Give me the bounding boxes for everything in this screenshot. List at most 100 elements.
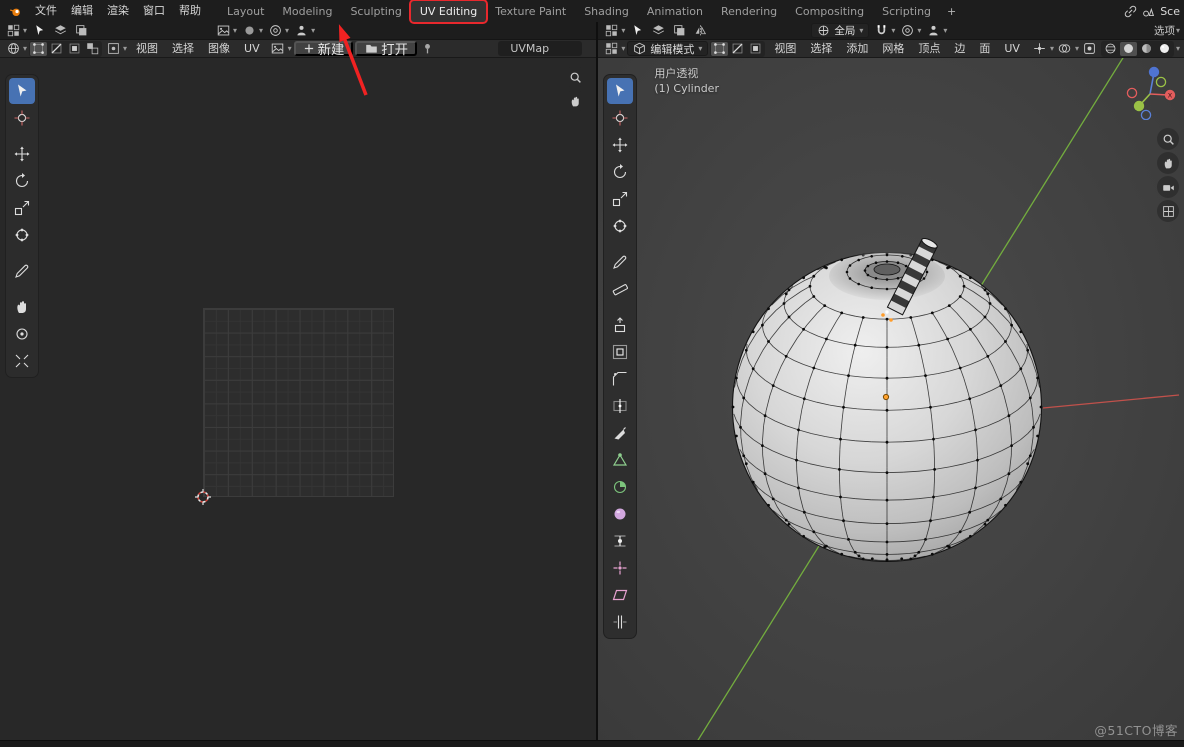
tool-grab[interactable] <box>9 294 35 320</box>
scene-link-icon[interactable] <box>1121 3 1139 19</box>
tool-bevel[interactable] <box>607 366 633 392</box>
tool-scale[interactable] <box>607 186 633 212</box>
uv-tool-display[interactable]: ▾ <box>4 23 27 39</box>
mirror-icon[interactable] <box>691 23 709 39</box>
tool-rip[interactable] <box>607 609 633 635</box>
tool-spin[interactable] <box>607 474 633 500</box>
uv-2d-cursor[interactable] <box>195 489 211 505</box>
uv-select-edge-button[interactable] <box>48 42 65 56</box>
options-dropdown[interactable]: 选项▾ <box>1154 23 1180 38</box>
v3d-menu-添加[interactable]: 添加 <box>839 39 875 59</box>
topbar-menu-渲染[interactable]: 渲染 <box>100 1 136 21</box>
pan-button[interactable] <box>1157 152 1179 174</box>
tool-poly-build[interactable] <box>607 447 633 473</box>
uv-pivot-dropdown[interactable]: ▾ <box>214 23 237 39</box>
workspace-tab-uv-editing[interactable]: UV Editing <box>411 1 486 22</box>
add-workspace-button[interactable]: + <box>940 1 963 22</box>
shading-rendered-button[interactable] <box>1156 42 1173 56</box>
uv-select-island-button[interactable] <box>84 42 101 56</box>
tool-tweak-select[interactable] <box>607 78 633 104</box>
xray-toggle[interactable] <box>1081 41 1099 57</box>
v3d-menu-视图[interactable]: 视图 <box>767 39 803 59</box>
v3d-menu-网格[interactable]: 网格 <box>875 39 911 59</box>
uv-select-face-button[interactable] <box>66 42 83 56</box>
face-select-button[interactable] <box>747 42 764 56</box>
workspace-tab-scripting[interactable]: Scripting <box>873 1 940 22</box>
workspace-tab-shading[interactable]: Shading <box>575 1 638 22</box>
new-image-button[interactable]: 新建 <box>294 41 354 56</box>
v3d-menu-顶点[interactable]: 顶点 <box>911 39 947 59</box>
workspace-tab-rendering[interactable]: Rendering <box>712 1 786 22</box>
tool-shear[interactable] <box>607 582 633 608</box>
shading-material-button[interactable] <box>1138 42 1155 56</box>
tool-annotate[interactable] <box>9 258 35 284</box>
uv-select-vertex-button[interactable] <box>30 42 47 56</box>
v3d-active-tool-icon[interactable] <box>628 23 646 39</box>
tool-smooth[interactable] <box>607 501 633 527</box>
workspace-tab-modeling[interactable]: Modeling <box>273 1 341 22</box>
tool-loop-cut[interactable] <box>607 393 633 419</box>
workspace-tab-layout[interactable]: Layout <box>218 1 273 22</box>
v3d-editor-type-button[interactable]: ▾ <box>602 41 625 57</box>
zoom-button[interactable] <box>1157 128 1179 150</box>
uv-canvas[interactable] <box>0 58 596 740</box>
shading-dropdown-caret[interactable]: ▾ <box>1176 45 1180 53</box>
uv-copy-settings-icon[interactable] <box>72 23 90 39</box>
tool-scale[interactable] <box>9 195 35 221</box>
scene-selector[interactable]: Sce <box>1139 3 1180 19</box>
v3d-layers2-icon[interactable] <box>670 23 688 39</box>
tool-relax[interactable] <box>9 321 35 347</box>
nav-gizmo[interactable]: X <box>1124 64 1180 120</box>
zoom-button[interactable] <box>564 66 586 88</box>
open-image-button[interactable]: 打开 <box>355 41 417 56</box>
shading-wireframe-button[interactable] <box>1102 42 1119 56</box>
uv-snap-dropdown[interactable]: ▾ <box>240 23 263 39</box>
orientation-dropdown[interactable]: 全局 ▾ <box>811 23 869 38</box>
workspace-tab-sculpting[interactable]: Sculpting <box>341 1 410 22</box>
topbar-menu-编辑[interactable]: 编辑 <box>64 1 100 21</box>
v3d-menu-边[interactable]: 边 <box>947 39 972 59</box>
edge-select-button[interactable] <box>729 42 746 56</box>
uv-image-browse-dropdown[interactable]: ▾ <box>269 41 292 57</box>
tool-pinch[interactable] <box>9 348 35 374</box>
uv-falloff-dropdown[interactable]: ▾ <box>292 23 315 39</box>
uv-sticky-select-dropdown[interactable]: ▾ <box>104 41 127 57</box>
falloff-dropdown[interactable]: ▾ <box>924 23 947 39</box>
snap-toggle[interactable]: ▾ <box>872 23 895 39</box>
pin-icon[interactable] <box>419 41 437 57</box>
uv-menu-图像[interactable]: 图像 <box>201 39 237 59</box>
v3d-tool-display[interactable]: ▾ <box>602 23 625 39</box>
tool-measure[interactable] <box>607 276 633 302</box>
tool-transform[interactable] <box>9 222 35 248</box>
tool-rotate[interactable] <box>607 159 633 185</box>
tool-extrude[interactable] <box>607 312 633 338</box>
tool-move[interactable] <box>607 132 633 158</box>
uv-menu-视图[interactable]: 视图 <box>129 39 165 59</box>
ortho-toggle-button[interactable] <box>1157 200 1179 222</box>
tool-knife[interactable] <box>607 420 633 446</box>
camera-view-button[interactable] <box>1157 176 1179 198</box>
topbar-menu-帮助[interactable]: 帮助 <box>172 1 208 21</box>
proportional-toggle[interactable]: ▾ <box>898 23 921 39</box>
v3d-menu-UV[interactable]: UV <box>997 39 1027 59</box>
uv-proportional-dropdown[interactable]: ▾ <box>266 23 289 39</box>
tool-transform[interactable] <box>607 213 633 239</box>
tool-shrink-flatten[interactable] <box>607 555 633 581</box>
tool-annotate[interactable] <box>607 249 633 275</box>
uv-menu-UV[interactable]: UV <box>237 39 267 59</box>
uv-menu-选择[interactable]: 选择 <box>165 39 201 59</box>
workspace-tab-animation[interactable]: Animation <box>638 1 712 22</box>
uv-editor-type-button[interactable]: ▾ <box>4 41 27 57</box>
mode-dropdown[interactable]: 编辑模式 ▾ <box>627 41 708 56</box>
uv-active-tool-icon[interactable] <box>30 23 48 39</box>
uv-workspace-filter-icon[interactable] <box>51 23 69 39</box>
viewport-canvas[interactable]: 用户透视 (1) Cylinder X <box>598 58 1184 740</box>
topbar-menu-窗口[interactable]: 窗口 <box>136 1 172 21</box>
tool-inset[interactable] <box>607 339 633 365</box>
v3d-layers-icon[interactable] <box>649 23 667 39</box>
show-gizmo-dropdown[interactable]: ▾ <box>1031 41 1054 57</box>
pan-button[interactable] <box>564 90 586 112</box>
topbar-menu-文件[interactable]: 文件 <box>28 1 64 21</box>
v3d-menu-选择[interactable]: 选择 <box>803 39 839 59</box>
shading-solid-button[interactable] <box>1120 42 1137 56</box>
